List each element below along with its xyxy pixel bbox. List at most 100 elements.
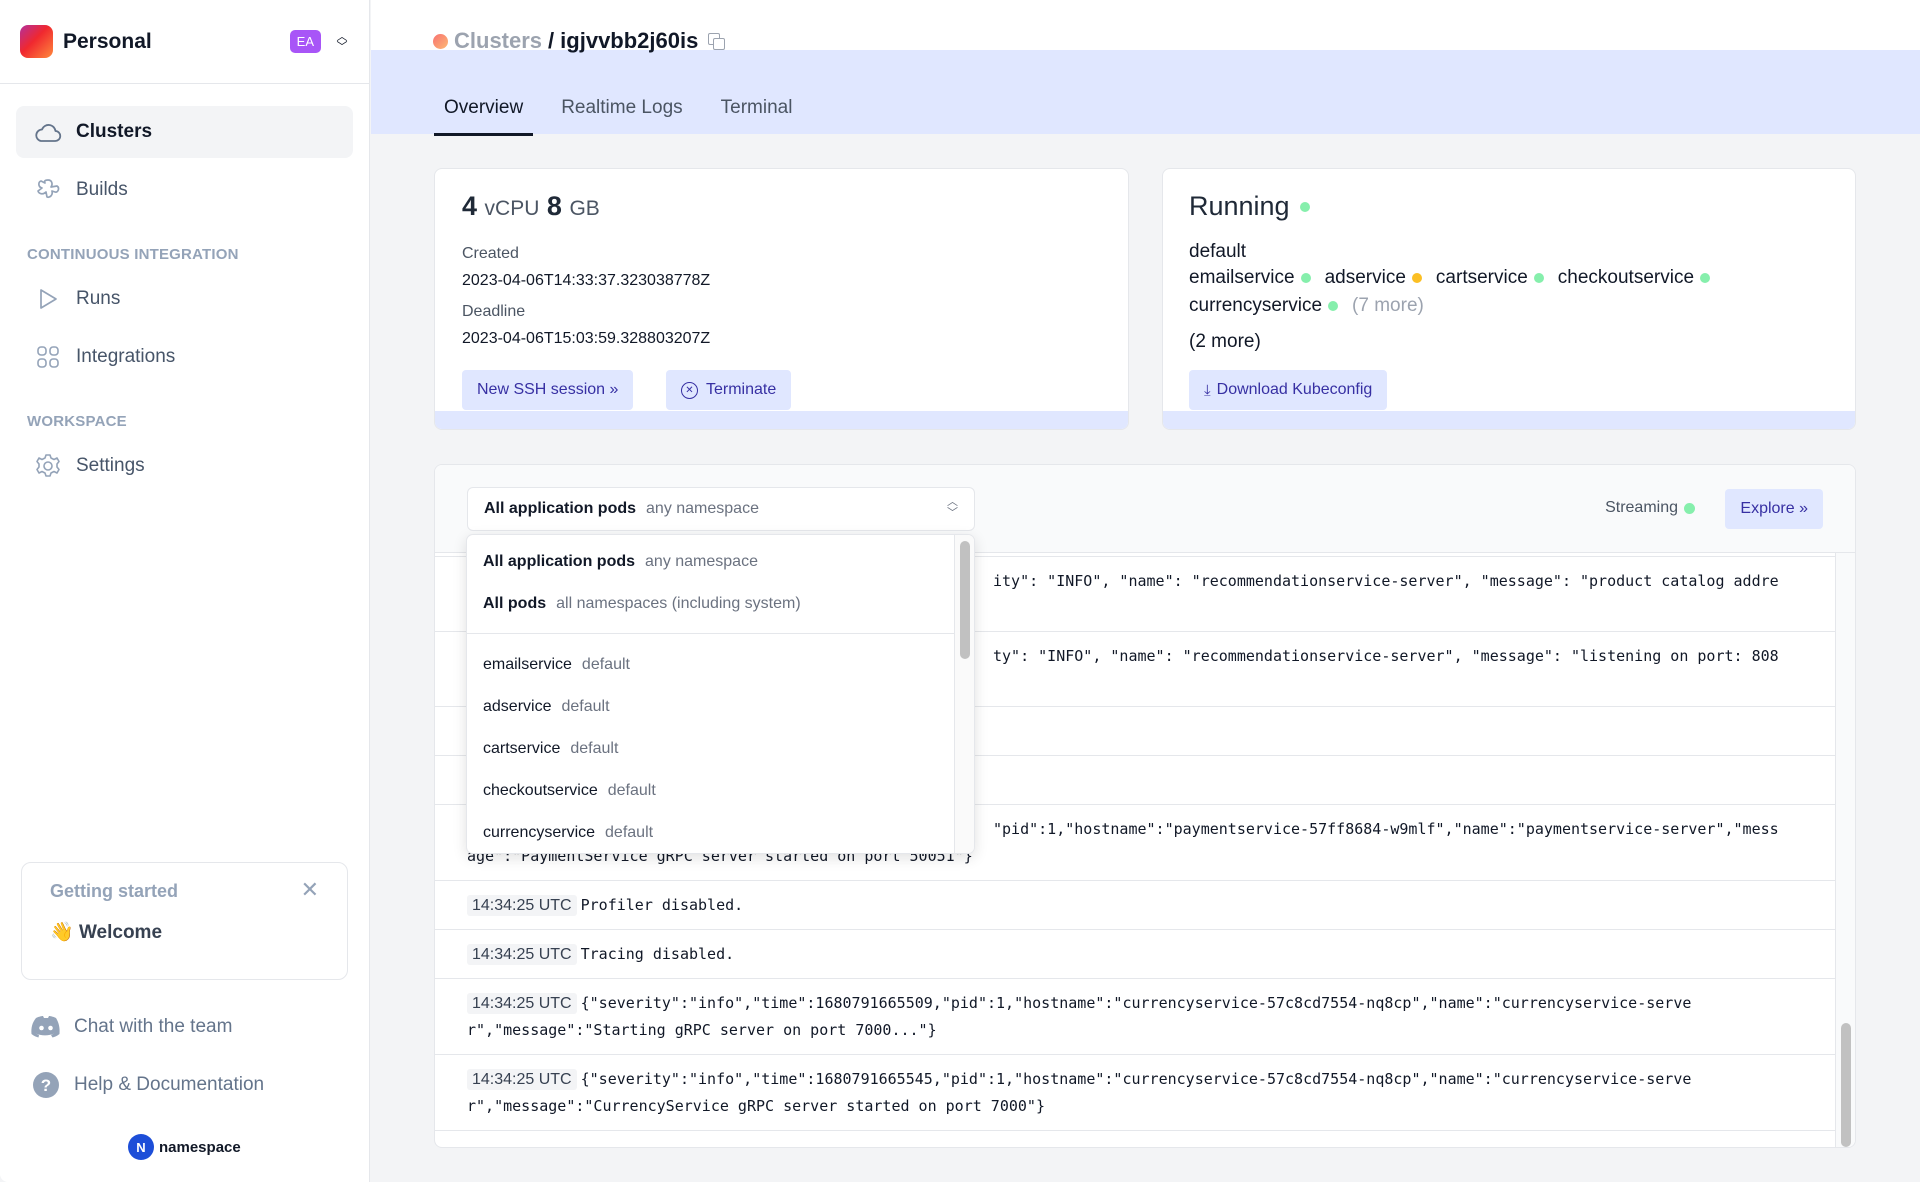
sidebar: Personal EA ︿ ﹀ Clusters Builds CONTINUOU… xyxy=(0,0,370,1182)
copy-icon[interactable] xyxy=(708,33,726,50)
service-name: adservice xyxy=(1324,267,1406,288)
workspace-name: Personal xyxy=(63,29,152,53)
namespace-brand: N namespace xyxy=(128,1134,241,1160)
chevron-up-down-icon[interactable]: ︿ ﹀ xyxy=(335,31,349,53)
dropdown-option[interactable]: checkoutservice default xyxy=(467,770,974,812)
service-list: emailservice adservice cartservice checkout… xyxy=(1189,267,1789,317)
log-timestamp: 14:34:25 UTC xyxy=(467,993,577,1014)
play-icon xyxy=(34,285,62,313)
option-label: All pods xyxy=(483,595,547,612)
namespace-logo-icon: N xyxy=(128,1134,154,1160)
breadcrumb-separator: / xyxy=(548,28,555,53)
service-item[interactable]: adservice xyxy=(1325,267,1422,289)
section-title-workspace: WORKSPACE xyxy=(27,413,127,430)
download-icon: ⤓ xyxy=(1204,381,1211,399)
download-kubeconfig-button[interactable]: ⤓ Download Kubeconfig xyxy=(1189,370,1388,410)
created-label: Created xyxy=(462,245,519,262)
getting-started-title: Getting started xyxy=(50,881,179,901)
breadcrumb: Clusters / igjvvbb2j60is xyxy=(433,28,726,54)
log-row: 14:34:25 UTC Profiler disabled. xyxy=(435,881,1837,930)
tab-realtime-logs[interactable]: Realtime Logs xyxy=(551,85,692,136)
sidebar-item-clusters[interactable]: Clusters xyxy=(16,106,353,158)
sidebar-item-builds[interactable]: Builds xyxy=(16,164,353,216)
sidebar-item-runs[interactable]: Runs xyxy=(16,273,353,325)
help-icon: ? xyxy=(30,1071,62,1099)
cloud-icon xyxy=(34,118,62,146)
dropdown-scrollbar-thumb[interactable] xyxy=(960,541,970,659)
service-item[interactable]: emailservice xyxy=(1189,267,1311,289)
option-label: adservice xyxy=(483,698,552,715)
section-title-ci: CONTINUOUS INTEGRATION xyxy=(27,246,239,263)
sidebar-item-label: Builds xyxy=(76,179,128,200)
pod-selector[interactable]: All application pods any namespace ︿ ﹀ xyxy=(467,487,975,531)
sidebar-item-label: Integrations xyxy=(76,346,176,367)
service-item[interactable]: currencyservice xyxy=(1189,295,1339,317)
cluster-spec: 4 vCPU 8 GB xyxy=(462,191,600,221)
cluster-spec-card: 4 vCPU 8 GB Created 2023-04-06T14:33:37.… xyxy=(434,168,1129,430)
close-circle-icon: ✕ xyxy=(681,381,698,399)
getting-started-card: Getting started ✕ 👋 Welcome xyxy=(21,862,348,980)
log-message: ty": "INFO", "name": "recommendationserv… xyxy=(993,647,1779,665)
log-line: 14:34:25 UTC Profiler disabled. xyxy=(467,892,1803,919)
option-label: cartservice xyxy=(483,740,561,757)
cluster-status-dot xyxy=(433,33,448,49)
service-name: cartservice xyxy=(1435,267,1528,288)
builds-icon xyxy=(34,176,62,204)
namespace-name: default xyxy=(1189,241,1247,262)
dropdown-option[interactable]: adservice default xyxy=(467,686,974,728)
services-more-link[interactable]: (7 more) xyxy=(1352,295,1424,317)
log-line: ty": "INFO", "name": "recommendationserv… xyxy=(993,643,1803,670)
sidebar-item-label: Runs xyxy=(76,288,121,309)
sidebar-item-integrations[interactable]: Integrations xyxy=(16,331,353,383)
pod-selector-dropdown: All application pods any namespace All pod… xyxy=(466,534,975,854)
breadcrumb-clusters-link[interactable]: Clusters xyxy=(454,28,542,54)
new-ssh-session-button[interactable]: New SSH session » xyxy=(462,370,634,410)
card-footer xyxy=(1163,411,1855,429)
explore-button[interactable]: Explore » xyxy=(1725,489,1823,529)
streaming-dot xyxy=(1684,502,1695,514)
dropdown-option[interactable]: cartservice default xyxy=(467,728,974,770)
log-message: Profiler disabled. xyxy=(580,896,744,914)
dropdown-scrollbar[interactable] xyxy=(954,535,974,853)
namespaces-more-link[interactable]: (2 more) xyxy=(1189,331,1261,353)
dropdown-option[interactable]: emailservice default xyxy=(467,644,974,686)
welcome-link[interactable]: 👋 Welcome xyxy=(50,920,319,944)
log-scrollbar-thumb[interactable] xyxy=(1841,1023,1851,1147)
card-footer xyxy=(435,411,1128,429)
workspace-switcher[interactable]: Personal EA ︿ ﹀ xyxy=(0,0,369,84)
log-row: 14:34:25 UTC Tracing disabled. xyxy=(435,930,1837,979)
option-namespace: default xyxy=(605,824,654,841)
dropdown-option[interactable]: All pods all namespaces (including system… xyxy=(467,583,974,625)
close-icon[interactable]: ✕ xyxy=(301,877,319,903)
terminate-button[interactable]: ✕ Terminate xyxy=(666,370,792,410)
dropdown-option[interactable]: All application pods any namespace xyxy=(467,541,974,583)
service-item[interactable]: cartservice xyxy=(1436,267,1544,289)
log-timestamp: 14:34:25 UTC xyxy=(467,1069,577,1090)
log-line: 14:34:25 UTC {"severity":"info","time":16… xyxy=(467,1066,1803,1093)
log-message: {"severity":"info","time":1680791665509,… xyxy=(580,994,1692,1012)
tab-overview[interactable]: Overview xyxy=(434,85,534,136)
help-documentation-link[interactable]: ? Help & Documentation xyxy=(30,1071,264,1099)
user-avatar-badge: EA xyxy=(289,30,321,53)
option-namespace: default xyxy=(561,698,610,715)
log-line: 14:34:25 UTC Tracing disabled. xyxy=(467,941,1803,968)
option-label: All application pods xyxy=(483,553,636,570)
log-message: Tracing disabled. xyxy=(580,945,735,963)
option-namespace: default xyxy=(570,740,619,757)
tab-terminal[interactable]: Terminal xyxy=(711,85,803,136)
log-line: ity": "INFO", "name": "recommendationser… xyxy=(993,568,1803,595)
option-label: emailservice xyxy=(483,656,572,673)
chat-with-team-link[interactable]: Chat with the team xyxy=(30,1013,232,1041)
log-row: 14:34:25 UTC {"severity":"info","time":16… xyxy=(435,979,1837,1055)
cluster-status: Running xyxy=(1189,191,1310,222)
log-scrollbar[interactable] xyxy=(1835,553,1855,1147)
service-item[interactable]: checkoutservice xyxy=(1558,267,1711,289)
deadline-value: 2023-04-06T15:03:59.328803207Z xyxy=(462,330,711,347)
sidebar-item-settings[interactable]: Settings xyxy=(16,440,353,492)
log-line: 14:34:25 UTC {"severity":"info","time":16… xyxy=(467,990,1803,1017)
created-value: 2023-04-06T14:33:37.323038778Z xyxy=(462,272,711,289)
workspace-logo xyxy=(20,25,53,58)
dropdown-option[interactable]: currencyservice default xyxy=(467,812,974,853)
dropdown-divider xyxy=(467,633,957,634)
log-timestamp: 14:34:25 UTC xyxy=(467,895,577,916)
